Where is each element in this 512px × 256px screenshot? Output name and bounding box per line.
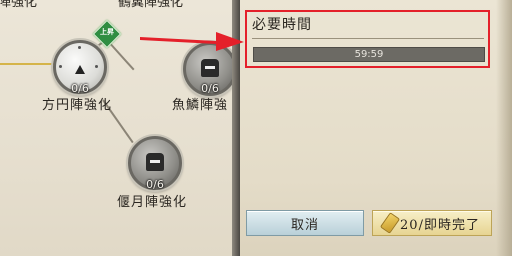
node-tick [78, 46, 81, 49]
skill-label-top-left: 陣強化 [0, 0, 38, 10]
cancel-button[interactable]: 取消 [246, 210, 364, 236]
soldier-icon [201, 59, 219, 77]
unlocked-path-line [0, 63, 58, 65]
ticket-icon [379, 212, 401, 234]
instant-complete-label: 20/即時完了 [400, 217, 480, 233]
rank-up-badge-label: 上昇 [100, 28, 114, 36]
node-tick [59, 65, 62, 68]
skill-node-label: 偃月陣強化 [117, 195, 188, 210]
paper-edge-shadow [496, 0, 512, 256]
highlight-box [245, 10, 490, 68]
skill-node-count: 0/6 [146, 178, 164, 191]
instant-complete-button[interactable]: 20/即時完了 [372, 210, 492, 236]
pointer-arrow-icon [140, 32, 244, 51]
triangle-formation-icon [75, 65, 85, 74]
skill-node-label: 魚鱗陣強 [172, 98, 229, 113]
skill-label-top-right: 鶴翼陣強化 [118, 0, 184, 10]
cancel-button-label: 取消 [290, 217, 319, 233]
skill-node-label: 方円陣強化 [42, 98, 113, 113]
node-tick [95, 65, 98, 68]
soldier-icon [146, 153, 164, 171]
